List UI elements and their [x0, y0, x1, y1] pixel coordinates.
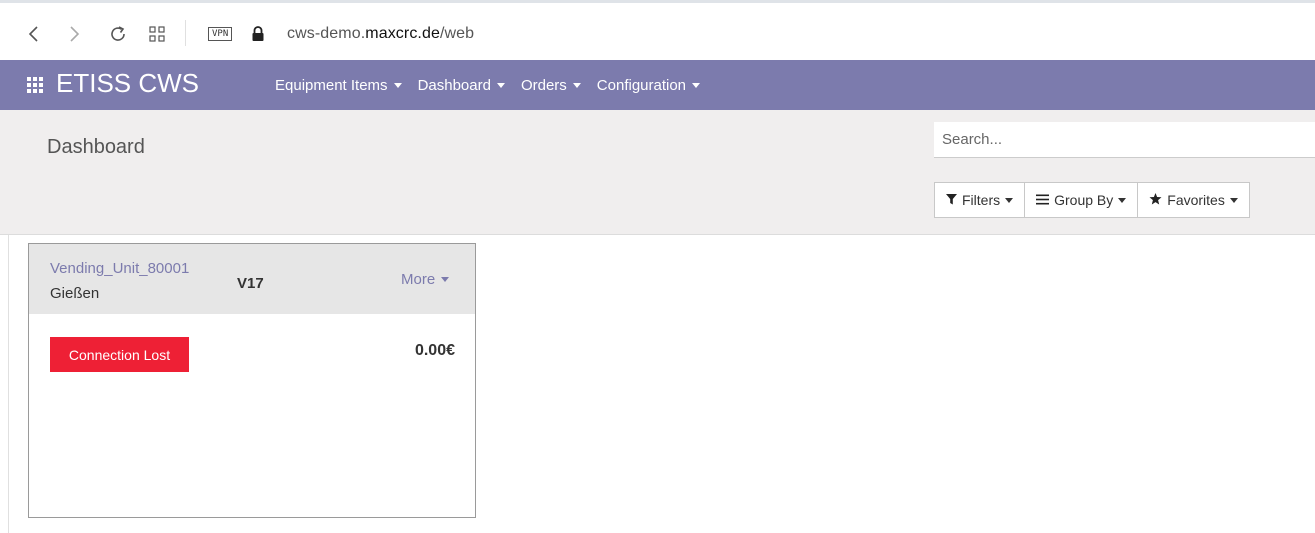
- group-by-label: Group By: [1054, 192, 1114, 208]
- filters-label: Filters: [962, 192, 1001, 208]
- search-options: Filters Group By Favorites: [934, 182, 1250, 218]
- unit-amount: 0.00€: [414, 342, 455, 359]
- content-border: [8, 235, 9, 533]
- menu-label: Orders: [520, 76, 567, 94]
- more-dropdown[interactable]: More: [401, 271, 450, 288]
- apps-menu-icon[interactable]: [27, 77, 43, 93]
- menu-label: Dashboard: [417, 76, 491, 94]
- caret-down-icon: [393, 82, 402, 88]
- menu-label: Configuration: [596, 76, 687, 94]
- caret-down-icon: [572, 82, 581, 88]
- app-brand[interactable]: ETISS CWS: [56, 68, 199, 99]
- menu-dashboard[interactable]: Dashboard: [418, 77, 505, 94]
- url-prefix: cws-demo.: [287, 25, 366, 42]
- filters-button[interactable]: Filters: [934, 182, 1026, 218]
- caret-down-icon: [1229, 197, 1238, 203]
- url-path: /web: [439, 25, 475, 42]
- group-by-button[interactable]: Group By: [1024, 182, 1139, 218]
- forward-icon[interactable]: [60, 20, 88, 48]
- menu-configuration[interactable]: Configuration: [596, 76, 701, 94]
- caret-down-icon: [1005, 197, 1014, 203]
- bars-icon: [1036, 193, 1050, 208]
- unit-city: Gießen: [50, 285, 100, 302]
- control-panel: Dashboard Filters Group By Favorites: [0, 110, 1315, 235]
- browser-toolbar: VPN cws-demo.maxcrc.de/web: [0, 0, 1315, 60]
- caret-down-icon: [1118, 197, 1127, 203]
- star-icon: [1149, 192, 1162, 208]
- more-label: More: [401, 271, 436, 288]
- page-title: Dashboard: [47, 136, 145, 158]
- card-header: Vending_Unit_80001 Gießen V17 More: [29, 244, 475, 314]
- back-icon[interactable]: [20, 20, 48, 48]
- reload-icon[interactable]: [104, 20, 132, 48]
- toolbar-divider: [185, 20, 186, 46]
- filter-icon: [946, 193, 957, 208]
- address-bar[interactable]: cws-demo.maxcrc.de/web: [287, 25, 474, 43]
- favorites-label: Favorites: [1167, 192, 1225, 208]
- app-navbar: ETISS CWS Equipment Items Dashboard Orde…: [0, 60, 1315, 110]
- main-menu: Equipment Items Dashboard Orders Configu…: [275, 60, 716, 110]
- search-input[interactable]: [934, 122, 1315, 158]
- vending-unit-card[interactable]: Vending_Unit_80001 Gießen V17 More Conne…: [28, 243, 476, 518]
- status-badge[interactable]: Connection Lost: [50, 337, 189, 372]
- menu-label: Equipment Items: [275, 76, 388, 94]
- tabs-grid-icon[interactable]: [143, 20, 171, 48]
- lock-icon[interactable]: [251, 26, 265, 42]
- vpn-badge[interactable]: VPN: [208, 27, 233, 41]
- menu-orders[interactable]: Orders: [521, 77, 581, 94]
- menu-equipment-items[interactable]: Equipment Items: [275, 77, 402, 94]
- unit-version: V17: [237, 275, 264, 292]
- caret-down-icon: [692, 82, 701, 88]
- favorites-button[interactable]: Favorites: [1137, 182, 1250, 218]
- caret-down-icon: [441, 277, 450, 282]
- unit-name-link[interactable]: Vending_Unit_80001: [50, 260, 189, 277]
- caret-down-icon: [496, 82, 505, 88]
- url-host: maxcrc.de: [365, 25, 440, 42]
